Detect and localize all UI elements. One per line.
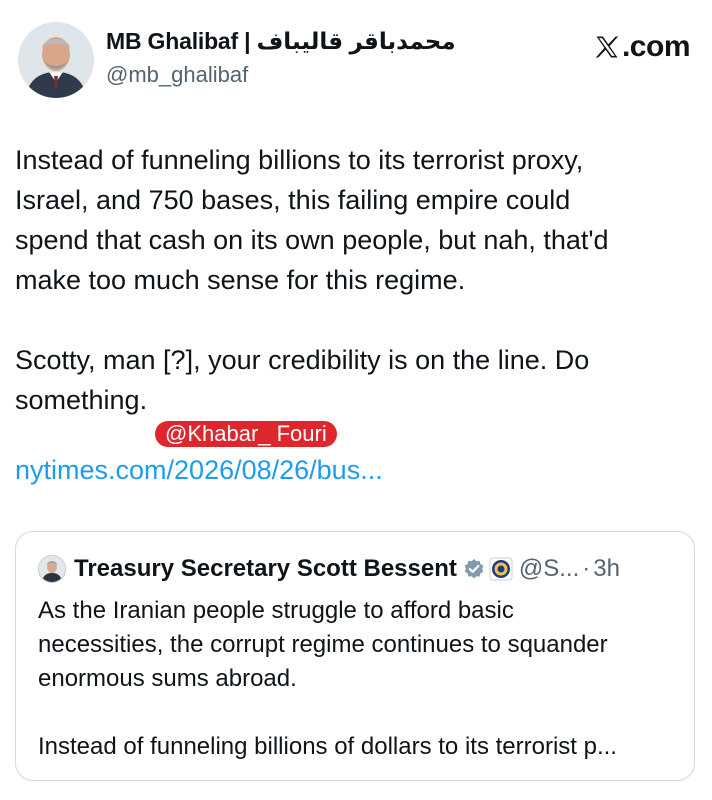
source-domain: .com <box>621 30 691 63</box>
quoted-post-header: Treasury Secretary Scott Bessent @S... ·… <box>38 554 620 584</box>
channel-watermark: @Khabar_ Fouri <box>155 421 337 447</box>
author-display-name[interactable]: MB Ghalibaf | محمدباقر قالیباف <box>106 28 456 55</box>
treasury-seal-icon <box>489 557 513 581</box>
author-handle[interactable]: @mb_ghalibaf <box>106 62 456 88</box>
quoted-post-text: As the Iranian people struggle to afford… <box>38 597 617 760</box>
x-logo-icon <box>595 36 619 58</box>
quoted-author-name[interactable]: Treasury Secretary Scott Bessent <box>74 555 457 583</box>
quoted-author-avatar[interactable] <box>38 555 66 583</box>
source-label: .com <box>593 30 691 64</box>
post-header: MB Ghalibaf | محمدباقر قالیباف @mb_ghali… <box>18 22 694 98</box>
quoted-post-card[interactable]: Treasury Secretary Scott Bessent @S... ·… <box>15 531 695 781</box>
author-info: MB Ghalibaf | محمدباقر قالیباف @mb_ghali… <box>106 28 456 88</box>
quoted-author-handle[interactable]: @S... <box>519 555 579 583</box>
verified-badge-icon <box>464 559 484 579</box>
post-link[interactable]: nytimes.com/2026/08/26/bus... <box>15 455 383 486</box>
quoted-post-time[interactable]: 3h <box>593 555 620 583</box>
separator-dot: · <box>582 555 591 582</box>
post-body: Instead of funneling billions to its ter… <box>15 145 609 415</box>
author-avatar[interactable] <box>18 22 94 98</box>
